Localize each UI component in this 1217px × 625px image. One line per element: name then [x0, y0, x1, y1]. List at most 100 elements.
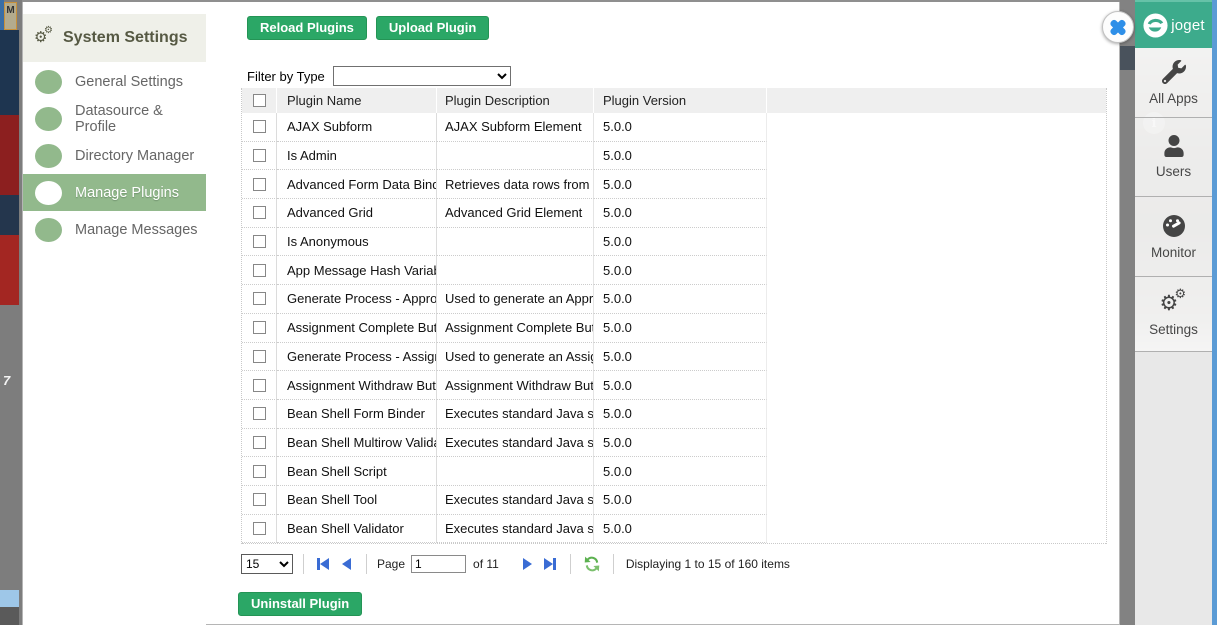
plugin-description-cell: Used to generate an Approv — [437, 285, 594, 314]
table-row[interactable]: App Message Hash Variable 5.0.0 — [242, 256, 1106, 285]
background-photo-digit: 7 — [3, 373, 10, 388]
joget-brand-header[interactable]: joget — [1135, 0, 1212, 48]
last-page-arrow[interactable] — [544, 558, 556, 570]
nav-item-settings[interactable]: ⚙⚙ Settings — [1135, 277, 1212, 352]
dialog-close-button[interactable] — [1102, 11, 1134, 43]
row-checkbox[interactable] — [253, 149, 266, 162]
system-settings-dialog: ⚙⚙ System Settings General Settings Data… — [22, 2, 1120, 625]
table-row[interactable]: Assignment Withdraw Butto Assignment Wit… — [242, 371, 1106, 400]
column-header-plugin-name[interactable]: Plugin Name — [277, 88, 437, 113]
plugin-name-cell: AJAX Subform — [277, 113, 437, 142]
plugin-version-cell: 5.0.0 — [594, 515, 767, 544]
plugin-description-cell: Assignment Withdraw Butto — [437, 371, 594, 400]
nav-item-users[interactable]: Users — [1135, 118, 1212, 197]
row-checkbox[interactable] — [253, 436, 266, 449]
row-checkbox[interactable] — [253, 178, 266, 191]
row-checkbox[interactable] — [253, 379, 266, 392]
select-all-checkbox[interactable] — [253, 94, 266, 107]
plugin-description-cell: AJAX Subform Element — [437, 113, 594, 142]
row-checkbox[interactable] — [253, 465, 266, 478]
plugin-version-cell: 5.0.0 — [594, 371, 767, 400]
plugin-version-cell: 5.0.0 — [594, 170, 767, 199]
page-number-input[interactable] — [411, 555, 466, 573]
plugin-description-cell: Assignment Complete Butto — [437, 314, 594, 343]
plugins-table: Plugin Name Plugin Description Plugin Ve… — [241, 88, 1107, 544]
upload-plugin-button[interactable]: Upload Plugin — [376, 16, 489, 40]
column-header-plugin-version[interactable]: Plugin Version — [594, 88, 767, 113]
table-row[interactable]: Generate Process - Assign Used to genera… — [242, 343, 1106, 372]
column-header-plugin-description[interactable]: Plugin Description — [437, 88, 594, 113]
settings-title: System Settings — [63, 29, 187, 47]
table-row[interactable]: Is Anonymous 5.0.0 — [242, 228, 1106, 257]
table-row[interactable]: Bean Shell Validator Executes standard J… — [242, 515, 1106, 544]
plugin-name-cell: Advanced Grid — [277, 199, 437, 228]
plugin-version-cell: 5.0.0 — [594, 113, 767, 142]
row-checkbox[interactable] — [253, 292, 266, 305]
table-row[interactable]: AJAX Subform AJAX Subform Element 5.0.0 — [242, 113, 1106, 142]
row-checkbox[interactable] — [253, 120, 266, 133]
plugin-description-cell: Retrieves data rows from a — [437, 170, 594, 199]
plugin-version-cell: 5.0.0 — [594, 429, 767, 458]
nav-sidebar-empty-area — [1135, 352, 1212, 625]
sidebar-item-manage-plugins[interactable]: Manage Plugins — [23, 174, 206, 211]
table-row[interactable]: Bean Shell Tool Executes standard Java s… — [242, 486, 1106, 515]
plugins-table-header: Plugin Name Plugin Description Plugin Ve… — [242, 88, 1106, 113]
plugin-version-cell: 5.0.0 — [594, 486, 767, 515]
plugin-version-cell: 5.0.0 — [594, 256, 767, 285]
pagination-summary: Displaying 1 to 15 of 160 items — [626, 557, 790, 571]
row-checkbox[interactable] — [253, 522, 266, 535]
table-row[interactable]: Bean Shell Multirow Valida Executes stan… — [242, 429, 1106, 458]
plugin-version-cell: 5.0.0 — [594, 199, 767, 228]
page-size-select[interactable]: 15 — [241, 554, 293, 574]
reload-plugins-button[interactable]: Reload Plugins — [247, 16, 367, 40]
row-checkbox[interactable] — [253, 407, 266, 420]
plugin-version-cell: 5.0.0 — [594, 400, 767, 429]
refresh-icon[interactable] — [583, 555, 601, 573]
plugins-toolbar: Reload Plugins Upload Plugin — [247, 16, 489, 40]
row-checkbox[interactable] — [253, 321, 266, 334]
previous-page-arrow[interactable] — [342, 558, 351, 570]
plugin-name-cell: Advanced Form Data Binder — [277, 170, 437, 199]
first-page-arrow[interactable] — [317, 558, 329, 570]
plugin-name-cell: App Message Hash Variable — [277, 256, 437, 285]
plugin-description-cell: Executes standard Java sy — [437, 400, 594, 429]
row-checkbox[interactable] — [253, 350, 266, 363]
nav-item-monitor[interactable]: Monitor — [1135, 197, 1212, 277]
sidebar-item-directory-manager[interactable]: Directory Manager — [23, 137, 206, 174]
uninstall-plugin-button[interactable]: Uninstall Plugin — [238, 592, 362, 616]
app-nav-sidebar: i joget All Apps Users — [1135, 0, 1212, 625]
plugin-name-cell: Generate Process - Approve — [277, 285, 437, 314]
row-checkbox[interactable] — [253, 235, 266, 248]
wrench-icon — [1162, 60, 1186, 84]
table-row[interactable]: Bean Shell Form Binder Executes standard… — [242, 400, 1106, 429]
row-checkbox[interactable] — [253, 206, 266, 219]
table-row[interactable]: Bean Shell Script 5.0.0 — [242, 457, 1106, 486]
filter-by-type-select[interactable] — [333, 66, 511, 86]
settings-sidebar: ⚙⚙ System Settings General Settings Data… — [23, 2, 206, 625]
sidebar-item-datasource-profile[interactable]: Datasource & Profile — [23, 100, 206, 137]
plugin-description-cell — [437, 256, 594, 285]
row-checkbox[interactable] — [253, 264, 266, 277]
joget-logo — [1142, 12, 1169, 39]
row-checkbox[interactable] — [253, 493, 266, 506]
plugin-name-cell: Generate Process - Assign — [277, 343, 437, 372]
sidebar-item-manage-messages[interactable]: Manage Messages — [23, 211, 206, 248]
sidebar-item-general-settings[interactable]: General Settings — [23, 63, 206, 100]
plugin-name-cell: Is Admin — [277, 142, 437, 171]
plugin-description-cell: Used to generate an Assign — [437, 343, 594, 372]
background-page-right-edge — [1120, 0, 1135, 625]
plugin-description-cell: Executes standard Java sy — [437, 429, 594, 458]
table-row[interactable]: Generate Process - Approve Used to gener… — [242, 285, 1106, 314]
nav-item-all-apps[interactable]: All Apps — [1135, 48, 1212, 118]
window-right-border — [1212, 0, 1217, 625]
table-row[interactable]: Advanced Form Data Binder Retrieves data… — [242, 170, 1106, 199]
plugin-name-cell: Bean Shell Validator — [277, 515, 437, 544]
gauge-icon — [1161, 214, 1187, 238]
table-row[interactable]: Advanced Grid Advanced Grid Element 5.0.… — [242, 199, 1106, 228]
plugin-name-cell: Is Anonymous — [277, 228, 437, 257]
plugin-description-cell: Advanced Grid Element — [437, 199, 594, 228]
table-row[interactable]: Assignment Complete Butto Assignment Com… — [242, 314, 1106, 343]
next-page-arrow[interactable] — [523, 558, 532, 570]
table-row[interactable]: Is Admin 5.0.0 — [242, 142, 1106, 171]
settings-sidebar-header: ⚙⚙ System Settings — [23, 14, 206, 62]
